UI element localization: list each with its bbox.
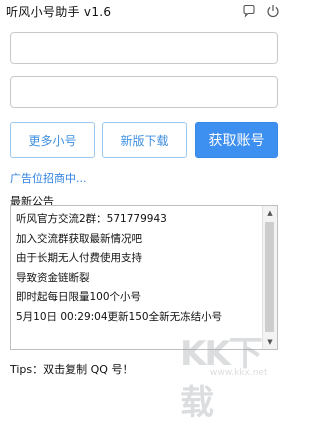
notice-line: 听风官方交流2群：571779943 bbox=[16, 213, 167, 225]
notice-scrollbar[interactable]: ▲ ▼ bbox=[262, 206, 277, 349]
scroll-up-arrow-icon[interactable]: ▲ bbox=[263, 206, 277, 220]
qq-number-input[interactable] bbox=[10, 32, 278, 64]
notice-list: 听风官方交流2群：571779943 加入交流群获取最新情况吧 由于长期无人付费… bbox=[16, 210, 261, 327]
window-title: 听风小号助手 v1.6 bbox=[6, 5, 112, 19]
more-accounts-label: 更多小号 bbox=[28, 133, 77, 148]
tips-text: Tips：双击复制 QQ 号！ bbox=[10, 363, 134, 376]
notice-line: 加入交流群获取最新情况吧 bbox=[16, 232, 142, 245]
get-account-label: 获取账号 bbox=[208, 133, 265, 149]
chat-icon[interactable] bbox=[242, 4, 256, 18]
title-bar: 听风小号助手 v1.6 bbox=[0, 0, 288, 24]
watermark-url: www.kkx.net bbox=[210, 368, 268, 378]
password-input[interactable] bbox=[10, 76, 278, 108]
scroll-down-arrow-icon[interactable]: ▼ bbox=[263, 335, 277, 349]
download-new-version-button[interactable]: 新版下载 bbox=[102, 122, 187, 158]
scroll-thumb[interactable] bbox=[265, 222, 274, 332]
notice-line: 导致资金链断裂 bbox=[16, 271, 90, 284]
notice-line: 由于长期无人付费使用支持 bbox=[16, 252, 142, 264]
download-new-version-label: 新版下载 bbox=[120, 133, 169, 148]
notice-box[interactable]: 听风官方交流2群：571779943 加入交流群获取最新情况吧 由于长期无人付费… bbox=[10, 205, 278, 350]
notice-line: 即时起每日限量100个小号 bbox=[16, 291, 142, 303]
more-accounts-button[interactable]: 更多小号 bbox=[10, 122, 95, 158]
ad-link[interactable]: 广告位招商中... bbox=[10, 170, 87, 186]
power-icon[interactable] bbox=[266, 4, 280, 18]
get-account-button[interactable]: 获取账号 bbox=[195, 122, 278, 158]
notice-line: 5月10日 00:29:04更新150全新无冻结小号 bbox=[16, 310, 223, 323]
